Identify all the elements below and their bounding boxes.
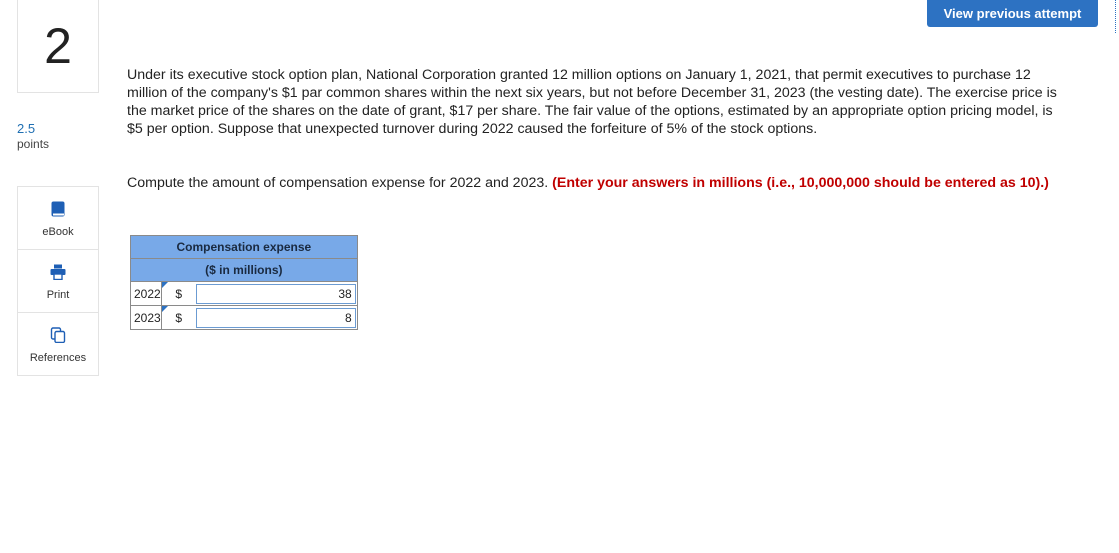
currency-symbol: $ bbox=[175, 310, 183, 325]
answer-input-2023[interactable] bbox=[195, 307, 356, 328]
references-button[interactable]: References bbox=[18, 313, 98, 375]
edge-divider bbox=[1115, 0, 1116, 33]
question-page: 2 2.5 points eBook Print References View… bbox=[0, 0, 1119, 553]
instruction-text: Compute the amount of compensation expen… bbox=[127, 174, 1057, 192]
view-previous-attempt-button[interactable]: View previous attempt bbox=[927, 0, 1098, 27]
question-text: Under its executive stock option plan, N… bbox=[127, 67, 1057, 137]
print-button[interactable]: Print bbox=[18, 250, 98, 313]
flag-marker bbox=[161, 306, 168, 312]
answer-cell: $ bbox=[160, 305, 358, 330]
compensation-table: Compensation expense ($ in millions) 202… bbox=[130, 235, 358, 330]
book-icon bbox=[50, 201, 66, 217]
points-label: points bbox=[17, 137, 50, 151]
answer-cell: $ bbox=[160, 281, 358, 306]
table-row: 2023 $ bbox=[130, 305, 358, 330]
print-label: Print bbox=[46, 289, 70, 301]
points-info: 2.5 points bbox=[17, 121, 49, 152]
currency-symbol: $ bbox=[175, 286, 183, 301]
year-cell: 2023 bbox=[130, 305, 162, 330]
ebook-label: eBook bbox=[42, 226, 74, 238]
year-cell: 2022 bbox=[130, 281, 162, 306]
instruction-main: Compute the amount of compensation expen… bbox=[127, 175, 549, 191]
table-header-units: ($ in millions) bbox=[130, 258, 358, 282]
flag-marker bbox=[161, 282, 168, 288]
answer-input-2022[interactable] bbox=[195, 283, 356, 304]
references-label: References bbox=[29, 352, 87, 364]
references-icon bbox=[50, 327, 66, 344]
table-header-title: Compensation expense bbox=[130, 235, 358, 259]
tools-panel: eBook Print References bbox=[17, 186, 99, 376]
question-number: 2 bbox=[44, 18, 72, 74]
ebook-button[interactable]: eBook bbox=[18, 187, 98, 250]
question-number-box: 2 bbox=[17, 0, 99, 93]
table-row: 2022 $ bbox=[130, 281, 358, 306]
points-value: 2.5 bbox=[17, 121, 36, 136]
printer-icon bbox=[50, 264, 66, 281]
instruction-note: (Enter your answers in millions (i.e., 1… bbox=[552, 175, 1049, 191]
